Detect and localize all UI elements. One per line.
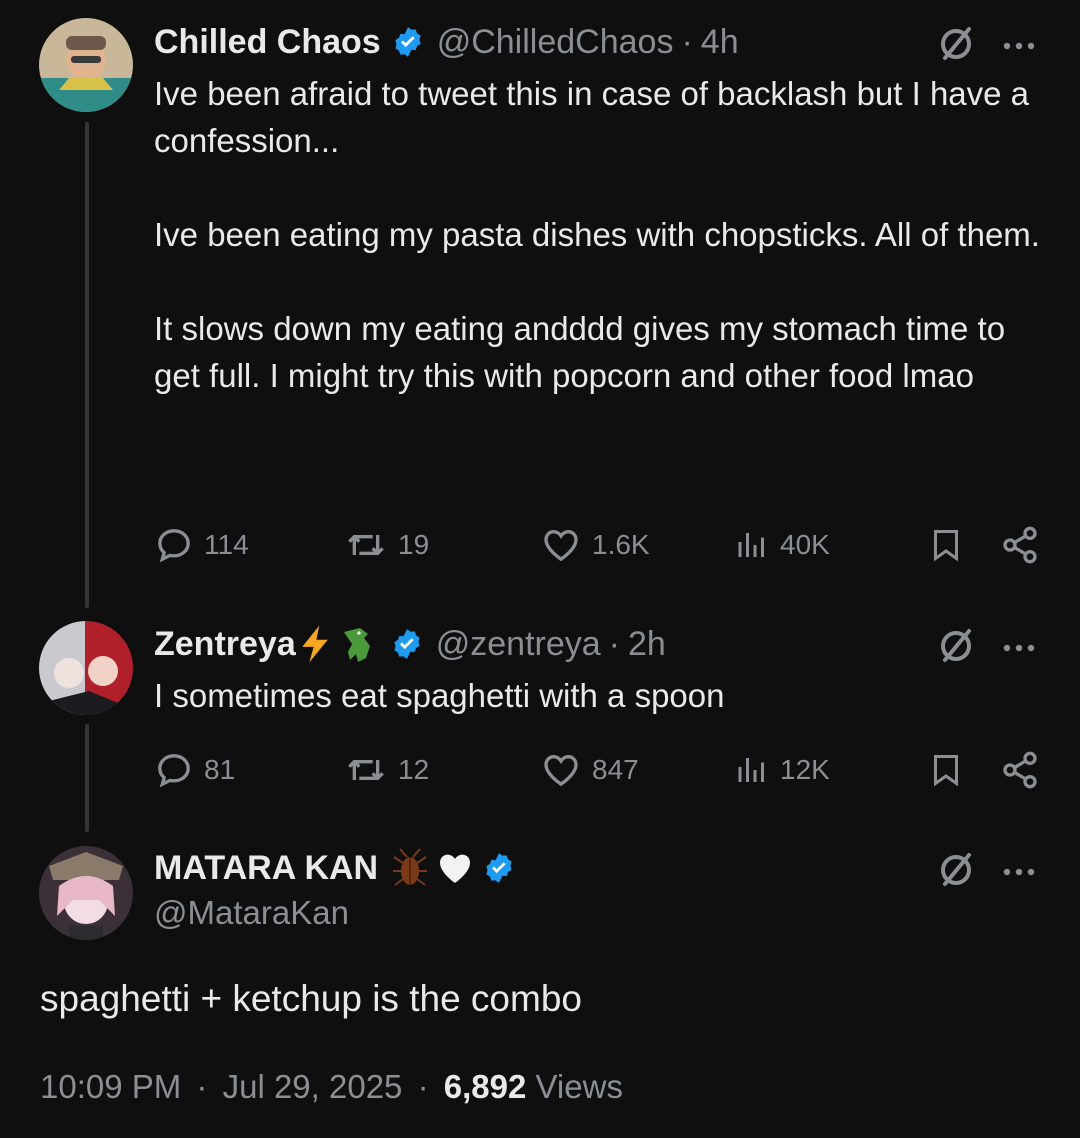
tweet-paragraph: Ive been eating my pasta dishes with cho… [154,216,1040,253]
tweet-actions: 114 19 1.6K 40K [154,525,1044,565]
display-name[interactable]: MATARA KAN [154,849,378,888]
lightning-emoji-icon [298,624,332,664]
post-date[interactable]: Jul 29, 2025 [223,1068,403,1105]
separator: · [417,1068,429,1105]
heart-icon [544,754,578,787]
tweet-paragraph: I sometimes eat spaghetti with a spoon [154,677,725,714]
avatar-zentreya[interactable] [39,621,133,715]
tweet-paragraph: It slows down my eating andddd gives my … [154,310,1006,394]
separator: · [196,1068,208,1105]
handle[interactable]: @MataraKan [154,894,349,932]
separator: · [681,22,693,61]
cockroach-emoji-icon [390,847,430,889]
thread-line [85,724,89,832]
repost-count: 19 [398,529,430,560]
tweet-actions: 81 12 847 12K [154,750,1044,790]
like-count: 1.6K [592,529,650,560]
repost-icon [348,535,384,555]
views-label: Views [535,1068,623,1105]
reply-icon [158,754,190,788]
views-icon [738,533,764,557]
grok-icon[interactable] [936,24,976,69]
views-count: 6,892 [443,1068,527,1105]
bookmark-icon [934,755,958,787]
thread-line [85,122,89,608]
reply-button[interactable]: 114 [154,525,249,565]
repost-count: 12 [398,754,430,785]
share-icon [1003,751,1037,789]
verified-badge-icon [391,25,425,59]
avatar-chilledchaos[interactable] [39,18,133,112]
crocodile-emoji-icon [338,624,382,664]
more-options-icon[interactable] [1002,38,1036,56]
like-count: 847 [592,754,639,785]
verified-badge-icon [390,627,424,661]
grok-icon[interactable] [936,626,976,671]
main-tweet-text: spaghetti + ketchup is the combo [40,978,582,1019]
white-heart-emoji-icon [434,848,476,888]
repost-button[interactable]: 19 [344,525,429,565]
views-count: 12K [780,754,830,785]
bookmark-button[interactable] [928,525,964,565]
tweet-meta: 10:09 PM · Jul 29, 2025 · 6,892 Views [40,1068,623,1106]
timestamp[interactable]: 2h [628,625,666,664]
display-name[interactable]: Chilled Chaos [154,23,381,62]
like-button[interactable]: 1.6K [540,525,650,565]
share-icon [1003,526,1037,564]
post-time[interactable]: 10:09 PM [40,1068,181,1105]
like-button[interactable]: 847 [540,750,639,790]
handle[interactable]: @ChilledChaos [437,23,674,62]
handle[interactable]: @zentreya [436,625,601,664]
display-name[interactable]: Zentreya [154,625,296,664]
reply-count: 81 [204,754,236,785]
bookmark-button[interactable] [928,750,964,790]
reply-count: 114 [204,529,249,560]
repost-button[interactable]: 12 [344,750,429,790]
share-button[interactable] [1000,525,1040,565]
tweet-text: Ive been afraid to tweet this in case of… [154,70,1054,399]
repost-icon [348,760,384,780]
more-options-icon[interactable] [1002,864,1036,882]
grok-icon[interactable] [936,850,976,895]
heart-icon [544,529,578,562]
views-button[interactable]: 12K [734,750,830,790]
timestamp[interactable]: 4h [701,23,739,62]
tweet-header: Zentreya @zentreya · 2h [154,622,666,666]
avatar-matarakan[interactable] [39,846,133,940]
views-button[interactable]: 40K [734,525,830,565]
reply-icon [158,529,190,563]
views-icon [738,758,764,782]
separator: · [608,624,620,663]
views-count: 40K [780,529,830,560]
tweet-paragraph: Ive been afraid to tweet this in case of… [154,75,1030,159]
bookmark-icon [934,530,958,562]
reply-button[interactable]: 81 [154,750,235,790]
verified-badge-icon [482,851,516,885]
tweet-header: MATARA KAN [154,846,516,890]
share-button[interactable] [1000,750,1040,790]
tweet-header: Chilled Chaos @ChilledChaos · 4h [154,20,739,64]
tweet-text: I sometimes eat spaghetti with a spoon [154,672,1054,719]
more-options-icon[interactable] [1002,640,1036,658]
